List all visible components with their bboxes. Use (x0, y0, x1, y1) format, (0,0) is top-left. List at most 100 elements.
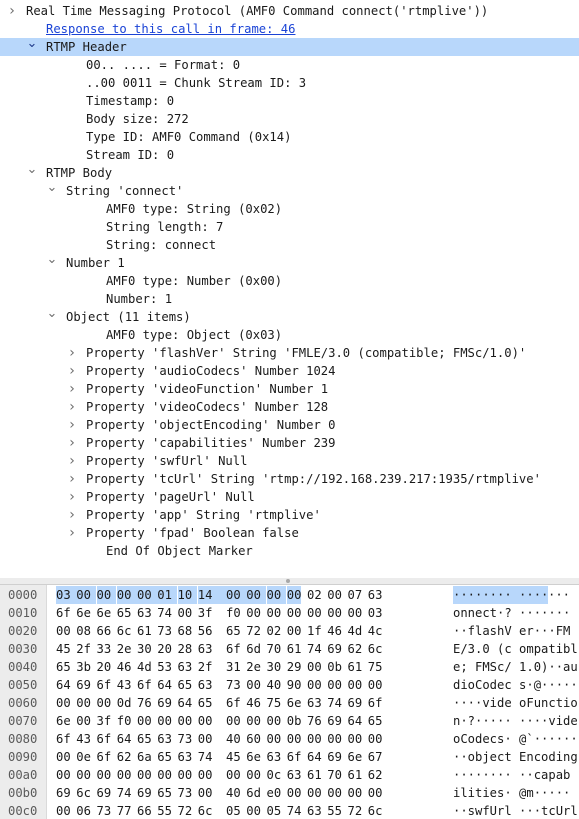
hex-byte[interactable]: 63 (287, 766, 302, 784)
hex-byte[interactable]: 2e (246, 658, 261, 676)
hex-byte[interactable]: 6f (287, 748, 302, 766)
hex-byte[interactable]: 6f (368, 694, 383, 712)
hex-byte[interactable]: 00 (246, 604, 261, 622)
hex-byte[interactable]: 0c (267, 766, 282, 784)
hex-byte[interactable]: 69 (157, 694, 172, 712)
hex-byte[interactable]: 00 (287, 622, 302, 640)
hex-byte[interactable]: 46 (117, 658, 132, 676)
hex-byte[interactable]: 00 (327, 784, 342, 802)
tree-row[interactable]: Timestamp: 0 (0, 92, 579, 110)
hex-byte[interactable]: 00 (307, 730, 322, 748)
chevron-down-icon[interactable]: ⌄ (46, 182, 58, 200)
hex-byte[interactable]: 6e (97, 604, 112, 622)
hex-byte[interactable]: 02 (307, 586, 322, 604)
ascii-dump[interactable]: ········ ··capab (453, 766, 570, 784)
hex-byte[interactable]: 6c (368, 640, 383, 658)
hex-byte[interactable]: 65 (226, 622, 241, 640)
chevron-right-icon[interactable]: › (66, 488, 78, 506)
tree-row[interactable]: ⌄ RTMP Header (0, 38, 579, 56)
hex-byte[interactable]: 63 (198, 640, 213, 658)
hex-row[interactable]: 0010 6f 6e 6e 65 63 74 00 3f f0 00 00 00 00 00 00 03 onne… (0, 604, 579, 622)
hex-byte[interactable]: 00 (307, 784, 322, 802)
hex-byte[interactable]: 6f (137, 676, 152, 694)
hex-row[interactable]: 00c0 00 06 73 77 66 55 72 6c 05 00 05 74 63 55 72 6c ··sw… (0, 802, 579, 819)
hex-byte[interactable]: 73 (178, 784, 193, 802)
hex-row[interactable]: 0060 00 00 00 0d 76 69 64 65 6f 46 75 6e 63 74 69 6f ····… (0, 694, 579, 712)
hex-byte[interactable]: 69 (327, 712, 342, 730)
hex-byte[interactable]: f0 (117, 712, 132, 730)
tree-row[interactable]: › Real Time Messaging Protocol (AMF0 Comm… (0, 2, 579, 20)
tree-row[interactable]: › Property 'tcUrl' String 'rtmp://192.168… (0, 470, 579, 488)
ascii-dump[interactable]: E/3.0 (c ompatibl (453, 640, 578, 658)
hex-byte[interactable]: 65 (178, 676, 193, 694)
hex-byte[interactable]: 74 (287, 802, 302, 819)
hex-byte[interactable]: 00 (307, 658, 322, 676)
hex-byte[interactable]: 00 (348, 730, 363, 748)
hex-byte[interactable]: 64 (157, 676, 172, 694)
hex-byte[interactable]: 74 (117, 784, 132, 802)
hex-byte[interactable]: 6c (76, 784, 91, 802)
hex-byte[interactable]: 43 (117, 676, 132, 694)
hex-byte[interactable]: 0b (327, 658, 342, 676)
tree-row[interactable]: › Property 'videoFunction' Number 1 (0, 380, 579, 398)
hex-byte[interactable]: 76 (307, 712, 322, 730)
hex-byte[interactable]: 00 (226, 766, 241, 784)
hex-byte[interactable]: 62 (348, 640, 363, 658)
hex-byte[interactable]: 00 (76, 694, 91, 712)
hex-byte[interactable]: 10 (177, 586, 198, 604)
hex-byte[interactable]: 61 (307, 766, 322, 784)
hex-byte[interactable]: 4c (368, 622, 383, 640)
tree-row[interactable]: › Property 'swfUrl' Null (0, 452, 579, 470)
hex-byte[interactable]: 76 (137, 694, 152, 712)
hex-byte[interactable]: 6f (97, 748, 112, 766)
splitter-grip-icon[interactable] (286, 579, 290, 583)
tree-row[interactable]: AMF0 type: Number (0x00) (0, 272, 579, 290)
hex-byte[interactable]: 65 (157, 784, 172, 802)
hex-byte[interactable]: 74 (198, 748, 213, 766)
hex-byte[interactable]: 45 (56, 640, 71, 658)
tree-row[interactable]: Stream ID: 0 (0, 146, 579, 164)
hex-byte[interactable]: 00 (368, 730, 383, 748)
hex-byte[interactable]: 65 (137, 730, 152, 748)
hex-byte[interactable]: 64 (348, 712, 363, 730)
hex-row[interactable]: 0050 64 69 6f 43 6f 64 65 63 73 00 40 90 00 00 00 00 dioC… (0, 676, 579, 694)
chevron-down-icon[interactable]: ⌄ (46, 254, 58, 272)
hex-byte[interactable]: f0 (226, 604, 241, 622)
hex-byte[interactable]: 00 (198, 730, 213, 748)
hex-byte[interactable]: 72 (178, 802, 193, 819)
hex-byte[interactable]: 6f (226, 694, 241, 712)
hex-byte[interactable]: 14 (197, 586, 226, 604)
hex-byte[interactable]: 75 (267, 694, 282, 712)
tree-row[interactable]: Type ID: AMF0 Command (0x14) (0, 128, 579, 146)
hex-byte[interactable]: 00 (327, 604, 342, 622)
hex-byte[interactable]: 61 (348, 658, 363, 676)
hex-byte[interactable]: 62 (368, 766, 383, 784)
ascii-dump[interactable]: n·?····· ····vide (453, 712, 578, 730)
hex-byte[interactable]: 33 (97, 640, 112, 658)
hex-byte[interactable]: 65 (117, 604, 132, 622)
tree-row[interactable]: ⌄ String 'connect' (0, 182, 579, 200)
tree-row[interactable]: 00.. .... = Format: 0 (0, 56, 579, 74)
chevron-right-icon[interactable]: › (66, 452, 78, 470)
hex-byte[interactable]: 65 (157, 748, 172, 766)
hex-byte[interactable]: 20 (97, 658, 112, 676)
tree-row[interactable]: › Property 'app' String 'rtmplive' (0, 506, 579, 524)
hex-byte[interactable]: 6e (348, 748, 363, 766)
hex-byte[interactable]: 00 (76, 712, 91, 730)
hex-byte[interactable]: 63 (307, 694, 322, 712)
hex-byte[interactable]: 69 (76, 676, 91, 694)
hex-byte[interactable]: 63 (368, 586, 383, 604)
hex-byte[interactable]: 6f (226, 640, 241, 658)
hex-byte[interactable]: 40 (226, 784, 241, 802)
tree-row[interactable]: ⌄ Number 1 (0, 254, 579, 272)
hex-byte[interactable]: 00 (246, 586, 267, 604)
hex-byte[interactable]: 63 (178, 748, 193, 766)
hex-byte[interactable]: 00 (287, 784, 302, 802)
hex-byte[interactable]: 00 (286, 586, 302, 604)
hex-byte[interactable]: 00 (327, 730, 342, 748)
hex-byte[interactable]: 00 (117, 766, 132, 784)
hex-row[interactable]: 0090 00 0e 6f 62 6a 65 63 74 45 6e 63 6f 64 69 6e 67 ··ob… (0, 748, 579, 766)
hex-byte[interactable]: 00 (178, 766, 193, 784)
hex-byte[interactable]: 69 (137, 784, 152, 802)
hex-byte[interactable]: 6e (246, 748, 261, 766)
